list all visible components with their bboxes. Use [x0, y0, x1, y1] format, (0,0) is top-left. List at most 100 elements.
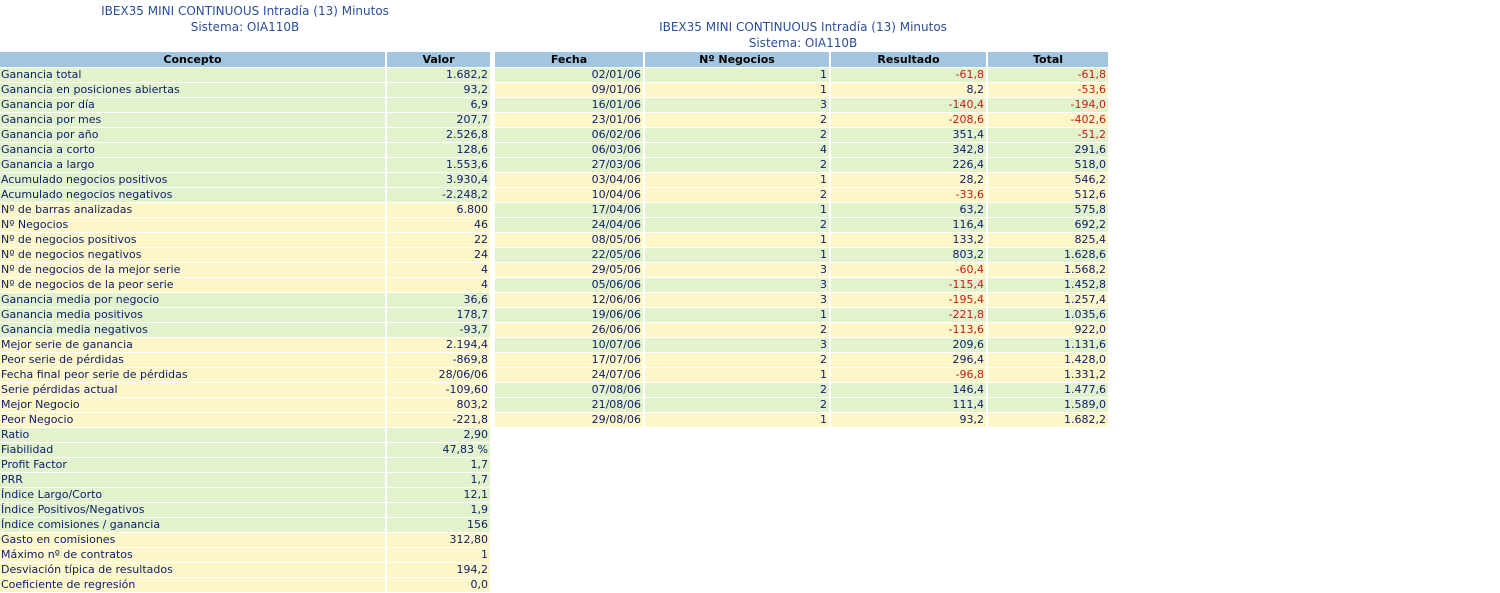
- fecha-cell: 17/07/06: [495, 353, 645, 368]
- summary-row: Ganancia media negativos -93,7: [0, 323, 492, 338]
- trade-row: 02/01/06 1 -61,8 -61,8: [495, 68, 1110, 83]
- fecha-cell: 17/04/06: [495, 203, 645, 218]
- valor-cell: -109,60: [387, 383, 492, 398]
- concepto-cell: Desviación típica de resultados: [0, 563, 387, 578]
- total-cell: 1.682,2: [988, 413, 1110, 428]
- concepto-cell: Nº de negocios negativos: [0, 248, 387, 263]
- total-cell: 1.477,6: [988, 383, 1110, 398]
- total-cell: 1.035,6: [988, 308, 1110, 323]
- resultado-cell: 93,2: [831, 413, 988, 428]
- trade-row: 19/06/06 1 -221,8 1.035,6: [495, 308, 1110, 323]
- total-cell: 1.428,0: [988, 353, 1110, 368]
- valor-cell: 2.194,4: [387, 338, 492, 353]
- concepto-cell: Índice comisiones / ganancia: [0, 518, 387, 533]
- valor-cell: 4: [387, 263, 492, 278]
- fecha-cell: 26/06/06: [495, 323, 645, 338]
- summary-row: Nº de negocios positivos 22: [0, 233, 492, 248]
- trade-row: 10/07/06 3 209,6 1.131,6: [495, 338, 1110, 353]
- trade-row: 17/04/06 1 63,2 575,8: [495, 203, 1110, 218]
- trade-row: 23/01/06 2 -208,6 -402,6: [495, 113, 1110, 128]
- valor-cell: -93,7: [387, 323, 492, 338]
- valor-cell: 28/06/06: [387, 368, 492, 383]
- resultado-cell: 351,4: [831, 128, 988, 143]
- total-cell: -402,6: [988, 113, 1110, 128]
- fecha-cell: 29/08/06: [495, 413, 645, 428]
- valor-cell: -869,8: [387, 353, 492, 368]
- resultado-cell: 8,2: [831, 83, 988, 98]
- resultado-cell: -195,4: [831, 293, 988, 308]
- column-header-negocios: Nº Negocios: [645, 52, 831, 68]
- resultado-cell: -221,8: [831, 308, 988, 323]
- trade-row: 27/03/06 2 226,4 518,0: [495, 158, 1110, 173]
- summary-row: Coeficiente de regresión 0,0: [0, 578, 492, 593]
- total-cell: 1.628,6: [988, 248, 1110, 263]
- valor-cell: -2.248,2: [387, 188, 492, 203]
- trade-row: 12/06/06 3 -195,4 1.257,4: [495, 293, 1110, 308]
- concepto-cell: Acumulado negocios positivos: [0, 173, 387, 188]
- trade-row: 06/03/06 4 342,8 291,6: [495, 143, 1110, 158]
- negocios-cell: 3: [645, 98, 831, 113]
- summary-row: Ganancia a corto 128,6: [0, 143, 492, 158]
- concepto-cell: Nº de negocios de la mejor serie: [0, 263, 387, 278]
- summary-row: Ganancia total 1.682,2: [0, 68, 492, 83]
- resultado-cell: -115,4: [831, 278, 988, 293]
- fecha-cell: 12/06/06: [495, 293, 645, 308]
- trade-row: 10/04/06 2 -33,6 512,6: [495, 188, 1110, 203]
- summary-row: Mejor serie de ganancia 2.194,4: [0, 338, 492, 353]
- negocios-cell: 2: [645, 188, 831, 203]
- summary-row: Ganancia en posiciones abiertas 93,2: [0, 83, 492, 98]
- concepto-cell: Ganancia media positivos: [0, 308, 387, 323]
- resultado-cell: 116,4: [831, 218, 988, 233]
- fecha-cell: 10/07/06: [495, 338, 645, 353]
- fecha-cell: 03/04/06: [495, 173, 645, 188]
- valor-cell: 36,6: [387, 293, 492, 308]
- valor-cell: 156: [387, 518, 492, 533]
- concepto-cell: Ganancia total: [0, 68, 387, 83]
- trade-row: 09/01/06 1 8,2 -53,6: [495, 83, 1110, 98]
- summary-row: Gasto en comisiones 312,80: [0, 533, 492, 548]
- negocios-cell: 1: [645, 233, 831, 248]
- negocios-cell: 1: [645, 203, 831, 218]
- valor-cell: 1.553,6: [387, 158, 492, 173]
- trade-row: 22/05/06 1 803,2 1.628,6: [495, 248, 1110, 263]
- resultado-cell: 803,2: [831, 248, 988, 263]
- concepto-cell: Ganancia media negativos: [0, 323, 387, 338]
- total-cell: 518,0: [988, 158, 1110, 173]
- fecha-cell: 22/05/06: [495, 248, 645, 263]
- concepto-cell: Profit Factor: [0, 458, 387, 473]
- summary-row: Ganancia media por negocio 36,6: [0, 293, 492, 308]
- fecha-cell: 19/06/06: [495, 308, 645, 323]
- column-header-valor: Valor: [387, 52, 492, 68]
- negocios-cell: 3: [645, 293, 831, 308]
- summary-row: Desviación típica de resultados 194,2: [0, 563, 492, 578]
- fecha-cell: 29/05/06: [495, 263, 645, 278]
- trades-body: 02/01/06 1 -61,8 -61,8 09/01/06 1 8,2 -53,6 16/0…: [495, 68, 1110, 428]
- concepto-cell: Ganancia en posiciones abiertas: [0, 83, 387, 98]
- summary-system-name: Sistema: OIA110B: [190, 20, 300, 34]
- valor-cell: 6.800: [387, 203, 492, 218]
- concepto-cell: Ganancia a corto: [0, 143, 387, 158]
- fecha-cell: 05/06/06: [495, 278, 645, 293]
- fecha-cell: 21/08/06: [495, 398, 645, 413]
- valor-cell: -221,8: [387, 413, 492, 428]
- column-header-fecha: Fecha: [495, 52, 645, 68]
- summary-row: Acumulado negocios positivos 3.930,4: [0, 173, 492, 188]
- valor-cell: 1,7: [387, 458, 492, 473]
- trades-system-name: Sistema: OIA110B: [748, 36, 858, 50]
- negocios-cell: 1: [645, 68, 831, 83]
- negocios-cell: 3: [645, 278, 831, 293]
- concepto-cell: Ratio: [0, 428, 387, 443]
- valor-cell: 128,6: [387, 143, 492, 158]
- fecha-cell: 07/08/06: [495, 383, 645, 398]
- resultado-cell: -61,8: [831, 68, 988, 83]
- trade-row: 21/08/06 2 111,4 1.589,0: [495, 398, 1110, 413]
- column-header-total: Total: [988, 52, 1110, 68]
- negocios-cell: 3: [645, 338, 831, 353]
- total-cell: 922,0: [988, 323, 1110, 338]
- negocios-cell: 1: [645, 413, 831, 428]
- trade-row: 16/01/06 3 -140,4 -194,0: [495, 98, 1110, 113]
- fecha-cell: 27/03/06: [495, 158, 645, 173]
- negocios-cell: 1: [645, 308, 831, 323]
- summary-row: Peor serie de pérdidas -869,8: [0, 353, 492, 368]
- negocios-cell: 2: [645, 353, 831, 368]
